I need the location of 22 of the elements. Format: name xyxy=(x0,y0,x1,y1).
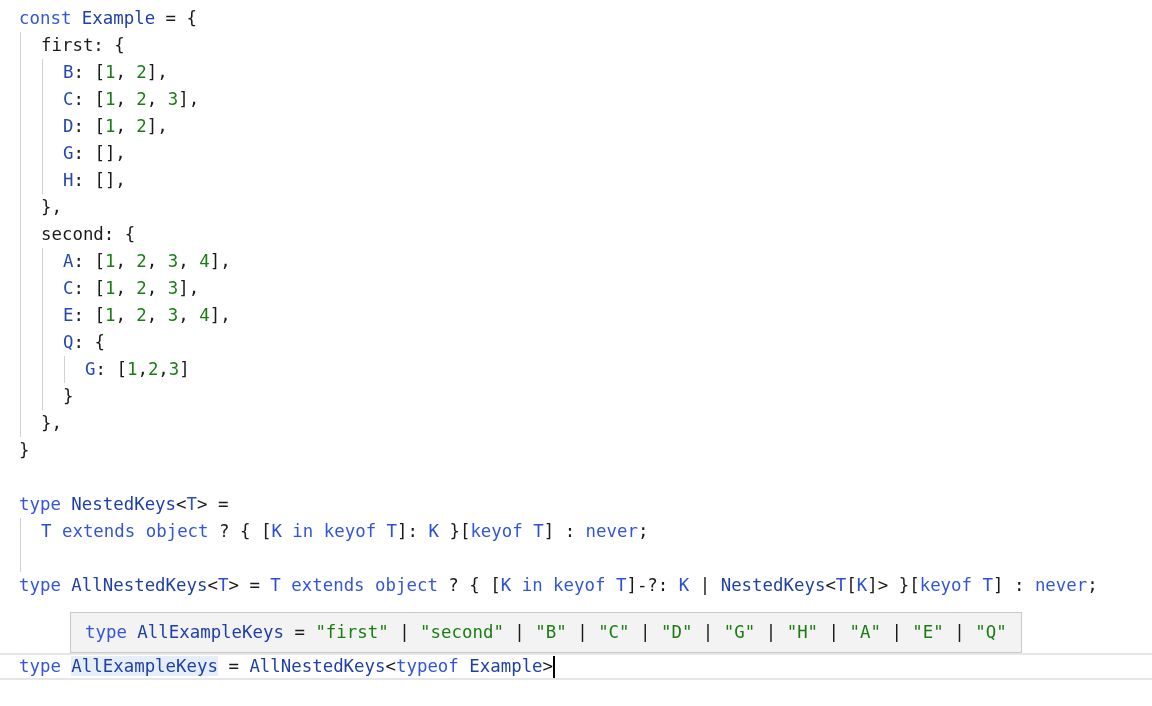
code-line: }, xyxy=(41,412,62,435)
code-line: D: [1, 2], xyxy=(63,115,168,138)
code-line: } xyxy=(19,439,30,462)
code-line: second: { xyxy=(41,223,136,246)
code-line: const Example = { xyxy=(19,7,197,30)
code-line: Q: { xyxy=(63,331,105,354)
code-line: type NestedKeys<T> = xyxy=(19,493,229,516)
code-line: A: [1, 2, 3, 4], xyxy=(63,250,231,273)
code-line: type AllNestedKeys<T> = T extends object ? { [K in keyof T]-?: K | NestedKeys<T[K]> }[keyof T] : never; xyxy=(19,574,1098,597)
code-line: G: [], xyxy=(63,142,126,165)
code-line: }, xyxy=(41,196,62,219)
code-line: G: [1,2,3] xyxy=(85,358,190,381)
code-line: C: [1, 2, 3], xyxy=(63,277,200,300)
code-line: first: { xyxy=(41,34,125,57)
hover-tooltip: type AllExampleKeys = "first" | "second" | "B" | "C" | "D" | "G" | "H" | "A" | "E" | "Q" xyxy=(70,612,1022,653)
code-line: C: [1, 2, 3], xyxy=(63,88,200,111)
code-line: H: [], xyxy=(63,169,126,192)
code-line: type AllExampleKeys = AllNestedKeys<typeof Example> xyxy=(19,655,554,678)
code-line: } xyxy=(63,385,74,408)
code-line: E: [1, 2, 3, 4], xyxy=(63,304,231,327)
code-line: B: [1, 2], xyxy=(63,61,168,84)
code-line: T extends object ? { [K in keyof T]: K }[keyof T] : never; xyxy=(41,520,649,543)
